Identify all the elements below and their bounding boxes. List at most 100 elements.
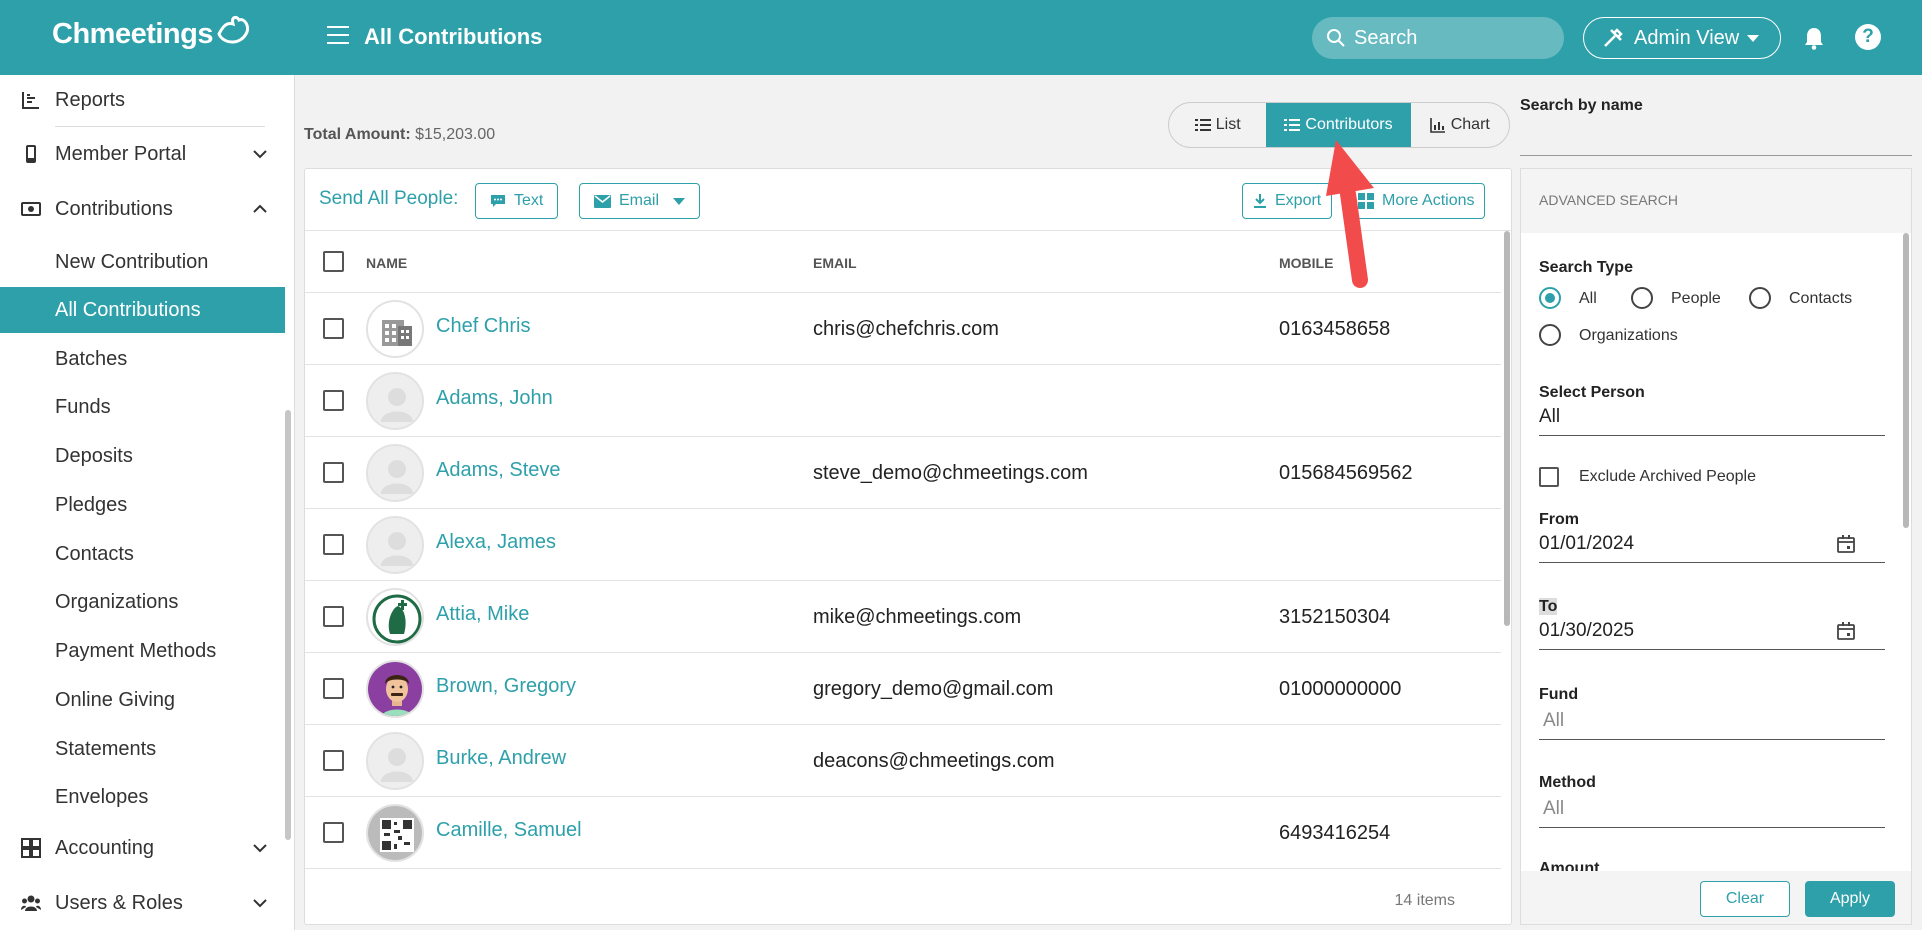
method-select[interactable]: All <box>1539 794 1885 828</box>
from-date-field[interactable]: 01/01/2024 <box>1539 529 1885 563</box>
sidebar-item-users-roles[interactable]: Users & Roles <box>0 881 285 925</box>
exclude-archived-label: Exclude Archived People <box>1579 468 1756 485</box>
sidebar-item-label: Member Portal <box>55 142 187 165</box>
row-checkbox[interactable] <box>323 390 344 411</box>
contributor-mobile: 0163458658 <box>1279 318 1391 340</box>
column-header-name[interactable]: NAME <box>366 255 407 271</box>
contributor-name-link[interactable]: Camille, Samuel <box>436 819 582 842</box>
method-label: Method <box>1539 774 1596 791</box>
sidebar-subitem-online-giving[interactable]: Online Giving <box>0 677 285 723</box>
contributor-name-link[interactable]: Burke, Andrew <box>436 747 566 770</box>
contributor-name-link[interactable]: Chef Chris <box>436 315 530 338</box>
contributor-name-link[interactable]: Brown, Gregory <box>436 675 576 698</box>
search-by-name-input[interactable] <box>1520 120 1912 156</box>
divider <box>55 126 265 127</box>
sidebar-subitem-batches[interactable]: Batches <box>0 336 285 382</box>
search-by-name-label: Search by name <box>1520 97 1643 114</box>
sidebar-item-accounting[interactable]: Accounting <box>0 826 285 870</box>
text-button[interactable]: Text <box>475 183 559 219</box>
chart-label: Chart <box>1450 116 1490 133</box>
global-search[interactable] <box>1312 17 1564 59</box>
table-row: Burke, Andrew deacons@chmeetings.com <box>305 725 1501 797</box>
sidebar-subitem-funds[interactable]: Funds <box>0 384 285 430</box>
to-date-field[interactable]: 01/30/2025 <box>1539 616 1885 650</box>
row-checkbox[interactable] <box>323 750 344 771</box>
default-person-icon <box>366 516 424 574</box>
send-all-label: Send All People: <box>319 188 459 209</box>
sidebar-subitem-payment-methods[interactable]: Payment Methods <box>0 628 285 674</box>
contributor-name-link[interactable]: Adams, Steve <box>436 459 561 482</box>
sidebar-subitem-envelopes[interactable]: Envelopes <box>0 774 285 820</box>
row-checkbox[interactable] <box>323 462 344 483</box>
contributor-name-link[interactable]: Alexa, James <box>436 531 556 554</box>
default-person-icon <box>366 372 424 430</box>
table-scrollbar[interactable] <box>1504 231 1510 626</box>
money-icon <box>21 202 41 216</box>
page-title: All Contributions <box>364 24 543 49</box>
contributor-name-link[interactable]: Attia, Mike <box>436 603 529 626</box>
contributor-name-link[interactable]: Adams, John <box>436 387 553 410</box>
help-icon[interactable]: ? <box>1855 24 1881 50</box>
sidebar-item-reports[interactable]: Reports <box>0 78 285 122</box>
sidebar-subitem-organizations[interactable]: Organizations <box>0 579 285 625</box>
contributor-email: gregory_demo@gmail.com <box>813 678 1054 700</box>
cartoon-man-icon <box>366 660 424 718</box>
table-row: Adams, Steve steve_demo@chmeetings.com 015… <box>305 437 1501 509</box>
table-row: Adams, John <box>305 365 1501 437</box>
sidebar-subitem-contacts[interactable]: Contacts <box>0 531 285 577</box>
select-all-checkbox[interactable] <box>323 251 344 272</box>
sidebar-subitem-new-contribution[interactable]: New Contribution <box>0 239 285 285</box>
fund-select[interactable]: All <box>1539 706 1885 740</box>
contributor-email: deacons@chmeetings.com <box>813 750 1055 772</box>
users-icon <box>21 895 41 911</box>
apply-button[interactable]: Apply <box>1805 881 1895 917</box>
table-row: Chef Chris chris@chefchris.com 0163458658 <box>305 293 1501 365</box>
row-checkbox[interactable] <box>323 534 344 555</box>
clear-button[interactable]: Clear <box>1700 881 1790 917</box>
row-checkbox[interactable] <box>323 606 344 627</box>
global-search-input[interactable] <box>1354 26 1554 50</box>
logo-text: Chmeetings <box>52 18 213 50</box>
bar-chart-icon <box>22 92 39 109</box>
annotation-arrow-icon <box>1326 140 1374 288</box>
sidebar: Reports Member Portal Contributions New … <box>0 75 295 930</box>
list-view-button[interactable]: List <box>1169 103 1266 147</box>
radio-organizations[interactable] <box>1539 324 1561 346</box>
advanced-search-scrollbar[interactable] <box>1903 233 1909 528</box>
church-logo-icon <box>366 588 424 646</box>
radio-people[interactable] <box>1631 287 1653 309</box>
email-button[interactable]: Email <box>579 183 701 219</box>
row-checkbox[interactable] <box>323 678 344 699</box>
radio-all[interactable] <box>1539 287 1561 309</box>
table-row: Brown, Gregory gregory_demo@gmail.com 0100… <box>305 653 1501 725</box>
sidebar-item-member-portal[interactable]: Member Portal <box>0 132 285 176</box>
app-logo[interactable]: Chmeetings <box>52 15 253 51</box>
contributor-mobile: 015684569562 <box>1279 462 1413 484</box>
row-checkbox[interactable] <box>323 822 344 843</box>
sidebar-item-contributions[interactable]: Contributions <box>0 187 285 231</box>
email-label: Email <box>619 192 660 209</box>
sidebar-scrollbar[interactable] <box>285 410 291 840</box>
fund-label: Fund <box>1539 686 1579 703</box>
exclude-archived-checkbox[interactable] <box>1539 467 1559 487</box>
sidebar-subitem-pledges[interactable]: Pledges <box>0 482 285 528</box>
table-row: Alexa, James <box>305 509 1501 581</box>
sidebar-subitem-deposits[interactable]: Deposits <box>0 433 285 479</box>
total-value: $15,203.00 <box>415 126 496 143</box>
chart-view-button[interactable]: Chart <box>1411 103 1509 147</box>
sidebar-subitem-statements[interactable]: Statements <box>0 726 285 772</box>
column-header-email[interactable]: EMAIL <box>813 255 857 271</box>
select-person-field[interactable]: All <box>1539 402 1885 436</box>
contributor-mobile: 6493416254 <box>1279 822 1391 844</box>
calendar-icon[interactable] <box>1837 535 1855 553</box>
bell-icon[interactable] <box>1803 26 1825 55</box>
radio-contacts[interactable] <box>1749 287 1771 309</box>
total-label: Total Amount: <box>304 126 411 143</box>
calendar-icon[interactable] <box>1837 622 1855 640</box>
admin-view-button[interactable]: Admin View <box>1583 17 1781 59</box>
row-checkbox[interactable] <box>323 318 344 339</box>
building-icon <box>366 300 424 358</box>
menu-icon[interactable] <box>327 26 349 44</box>
search-type-label: Search Type <box>1539 259 1633 276</box>
sidebar-subitem-all-contributions[interactable]: All Contributions <box>0 287 285 333</box>
